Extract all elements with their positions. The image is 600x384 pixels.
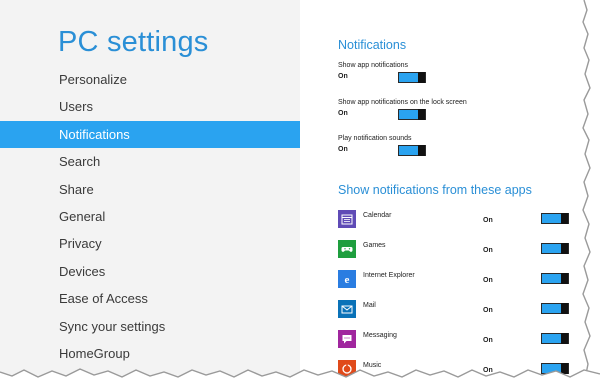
app-name: Internet Explorer [363,272,415,279]
nav-item-search[interactable]: Search [0,148,300,175]
nav-item-personalize[interactable]: Personalize [0,66,300,93]
setting-play-notification-sounds: Play notification sounds On [338,135,458,156]
games-notifications-toggle[interactable] [541,243,569,254]
torn-edge-bottom [0,368,600,384]
right-pane: Notifications Show app notifications On … [300,0,600,384]
app-state: On [483,307,493,314]
pc-settings-window: PC settings Personalize Users Notificati… [0,0,600,384]
notification-sounds-toggle[interactable] [398,145,426,156]
lock-screen-notifications-toggle[interactable] [398,109,426,120]
nav-item-privacy[interactable]: Privacy [0,230,300,257]
section-title: Notifications [338,38,407,52]
nav-item-users[interactable]: Users [0,93,300,120]
app-state: On [483,247,493,254]
toggle-knob [561,213,568,224]
app-row-messaging: Messaging On [338,330,569,350]
messaging-icon [338,330,356,348]
show-app-notifications-toggle[interactable] [398,72,426,83]
toggle-knob [418,145,425,156]
toggle-knob [418,72,425,83]
torn-edge-right [582,0,600,384]
setting-state: On [338,146,348,153]
setting-state: On [338,73,348,80]
app-name: Mail [363,302,376,309]
nav-item-ease-of-access[interactable]: Ease of Access [0,285,300,312]
setting-label: Play notification sounds [338,135,412,142]
app-name: Games [363,242,386,249]
app-name: Messaging [363,332,397,339]
app-row-mail: Mail On [338,300,569,320]
messaging-notifications-toggle[interactable] [541,333,569,344]
app-state: On [483,217,493,224]
app-state: On [483,277,493,284]
nav-item-devices[interactable]: Devices [0,258,300,285]
settings-nav: Personalize Users Notifications Search S… [0,66,300,367]
toggle-knob [561,243,568,254]
mail-notifications-toggle[interactable] [541,303,569,314]
page-title: PC settings [58,26,209,58]
setting-label: Show app notifications on the lock scree… [338,99,467,106]
setting-lock-screen-notifications: Show app notifications on the lock scree… [338,99,467,120]
games-icon [338,240,356,258]
mail-icon [338,300,356,318]
app-state: On [483,337,493,344]
calendar-icon [338,210,356,228]
calendar-notifications-toggle[interactable] [541,213,569,224]
setting-label: Show app notifications [338,62,409,69]
toggle-knob [561,303,568,314]
toggle-knob [418,109,425,120]
app-row-calendar: Calendar On [338,210,569,230]
app-row-games: Games On [338,240,569,260]
left-pane: PC settings Personalize Users Notificati… [0,0,300,384]
app-name: Calendar [363,212,392,219]
nav-item-general[interactable]: General [0,203,300,230]
internet-explorer-notifications-toggle[interactable] [541,273,569,284]
toggle-knob [561,273,568,284]
nav-item-share[interactable]: Share [0,176,300,203]
app-row-internet-explorer: e Internet Explorer On [338,270,569,290]
toggle-knob [561,333,568,344]
internet-explorer-icon: e [338,270,356,288]
setting-show-app-notifications: Show app notifications On [338,62,458,83]
setting-state: On [338,110,348,117]
apps-section-title: Show notifications from these apps [338,183,532,197]
nav-item-notifications[interactable]: Notifications [0,120,300,149]
svg-text:e: e [345,274,350,285]
nav-item-sync-your-settings[interactable]: Sync your settings [0,313,300,340]
